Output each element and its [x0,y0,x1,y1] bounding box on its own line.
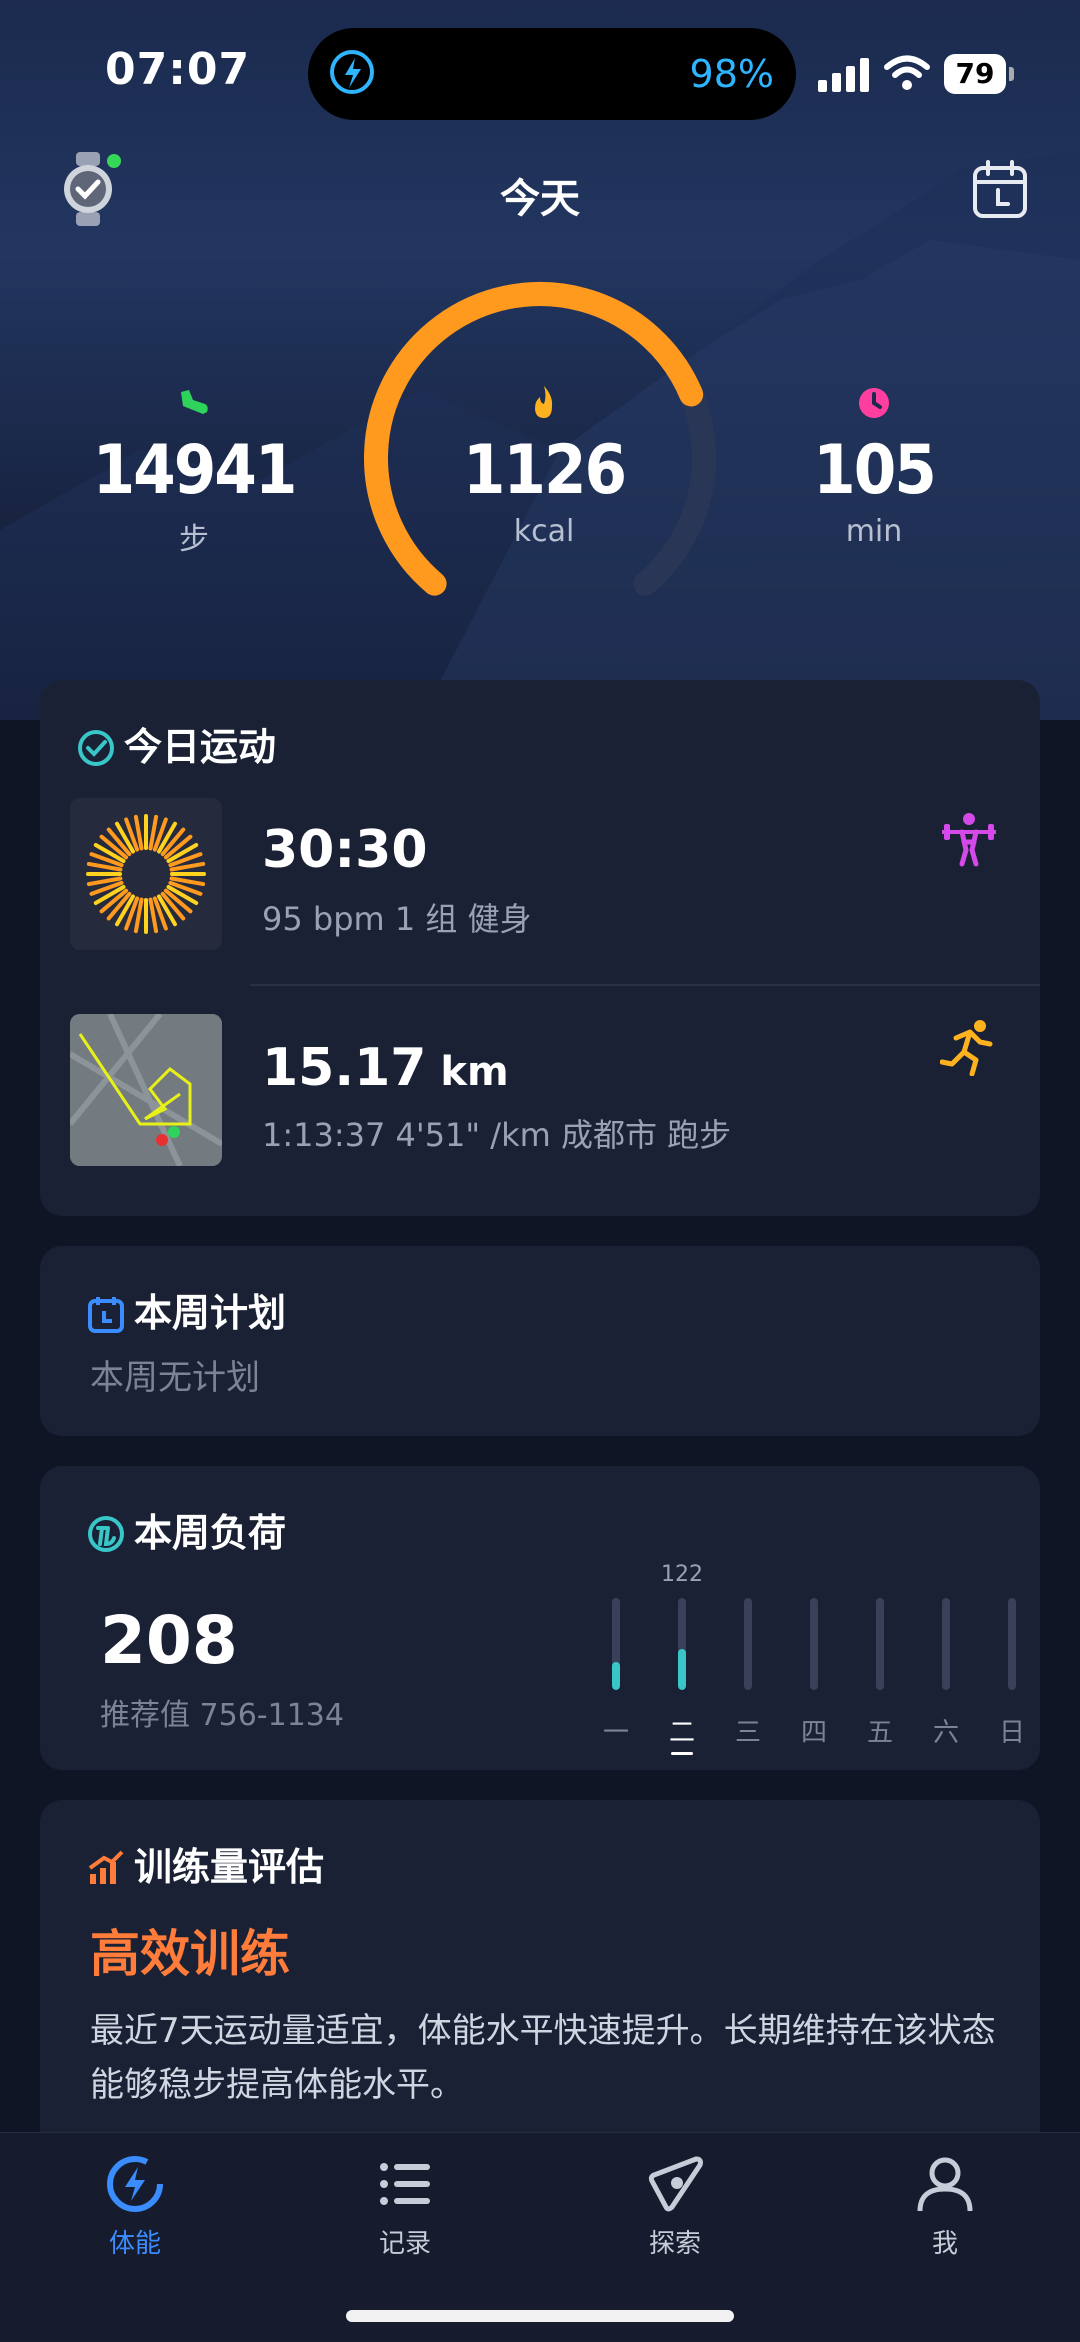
tab-fitness[interactable]: 体能 [55,2153,215,2260]
load-day-label[interactable]: 二 [662,1712,702,1749]
load-day-label[interactable]: 一 [596,1712,636,1749]
today-activity-card: 今日运动 30:30 95 bpm 1 组 健身 15.17 km 1:13:3… [40,680,1040,1216]
battery-icon: 79 [944,54,1014,94]
load-bar-value: 122 [661,1562,703,1587]
tab-me-label: 我 [931,2229,958,2259]
workout-duration-value: 30:30 [262,820,428,880]
selected-day-indicator [671,1752,693,1755]
heart-rate-sunburst-graphic [86,814,206,934]
weekly-load-bar-chart: 一二 122 三四五六日 [570,1562,1030,1755]
tab-explore[interactable]: 探索 [595,2153,755,2260]
run-map-thumbnail [70,1014,222,1166]
load-day-label[interactable]: 四 [794,1712,834,1749]
status-time: 07:07 [105,44,251,95]
load-bar-6[interactable] [942,1598,950,1690]
load-bar-7[interactable] [1008,1598,1016,1690]
activity-divider [250,984,1040,986]
weekly-load-header: 本周负荷 [86,1502,286,1557]
tab-records-label: 记录 [378,2229,431,2259]
steps-stat[interactable]: 14941 步 [74,384,314,558]
weekly-plan-card[interactable]: 本周计划 本周无计划 [40,1246,1040,1436]
workout-duration: 30:30 [262,820,428,880]
calories-unit: kcal [513,514,575,549]
weekly-load-value: 208 [100,1602,238,1679]
tab-me[interactable]: 我 [865,2153,1025,2260]
calendar-icon[interactable] [972,160,1028,220]
running-icon [940,1020,993,1076]
cellular-signal-icon [818,58,869,92]
run-distance-unit: km [426,1049,509,1095]
shoe-icon [181,390,208,414]
activity-item-run[interactable]: 15.17 km 1:13:37 4'51" /km 成都市 跑步 [40,1014,1040,1194]
tab-records[interactable]: 记录 [325,2153,485,2260]
load-bar-1[interactable] [612,1598,620,1690]
calories-stat[interactable]: 1126 kcal [424,384,664,549]
minutes-stat[interactable]: 105 min [754,384,994,549]
weightlifting-icon [942,813,996,867]
weekly-load-recommended: 推荐值 756-1134 [100,1698,344,1733]
training-evaluation-card[interactable]: 训练量评估 高效训练 最近7天运动量适宜，体能水平快速提升。长期维持在该状态能够… [40,1800,1040,2160]
calories-value: 1126 [462,431,627,510]
tab-explore-label: 探索 [648,2229,701,2259]
training-eval-title: 训练量评估 [134,1845,325,1889]
weekly-plan-header: 本周计划 [86,1282,286,1337]
battery-nub [1009,67,1014,81]
check-circle-icon [78,730,114,766]
load-day-label[interactable]: 三 [728,1712,768,1749]
battery-level: 79 [944,54,1006,94]
load-bar-3[interactable] [744,1598,752,1690]
tab-fitness-label: 体能 [108,2229,161,2259]
today-card-title: 今日运动 [124,725,277,769]
load-bar-5[interactable] [876,1598,884,1690]
load-day-label[interactable]: 五 [860,1712,900,1749]
weekly-plan-title: 本周计划 [134,1291,287,1335]
person-icon [917,2157,973,2212]
steps-unit: 步 [179,522,209,557]
fitness-bolt-icon [107,2156,163,2212]
load-bar-fill [678,1648,686,1690]
flame-icon [535,386,553,418]
weekly-load-card[interactable]: 本周负荷 208 推荐值 756-1134 一二 122 三四五六日 [40,1466,1040,1770]
load-day-label[interactable]: 六 [926,1712,966,1749]
compass-icon [648,2156,703,2212]
load-bar-4[interactable] [810,1598,818,1690]
workout-detail: 95 bpm 1 组 健身 [262,900,532,938]
training-eval-description: 最近7天运动量适宜，体能水平快速提升。长期维持在该状态能够稳步提高体能水平。 [90,2011,996,2105]
minutes-unit: min [845,514,903,549]
page-title: 今天 [500,176,580,222]
battery-percent: 98% [689,52,774,96]
activity-item-workout[interactable]: 30:30 95 bpm 1 组 健身 [40,798,1040,978]
trend-up-icon [88,1850,124,1884]
weekly-plan-empty-text: 本周无计划 [90,1358,260,1398]
load-gauge-icon [88,1516,124,1552]
load-bar-fill [612,1662,620,1690]
today-card-header[interactable]: 今日运动 [76,716,276,771]
run-detail: 1:13:37 4'51" /km 成都市 跑步 [262,1116,732,1154]
charging-icon [330,50,374,94]
calendar-plan-icon [88,1297,124,1333]
training-eval-header: 训练量评估 [86,1836,324,1891]
run-route-map [70,1014,222,1166]
clock-icon [859,388,889,418]
dynamic-island: 98% [308,28,796,120]
wifi-icon [884,55,930,90]
steps-value: 14941 [92,431,298,510]
run-distance-value: 15.17 [262,1038,427,1098]
run-distance: 15.17 km [262,1038,509,1098]
training-eval-status: 高效训练 [90,1925,290,1983]
load-bar-2[interactable] [678,1598,686,1690]
list-icon [380,2163,430,2205]
load-day-label[interactable]: 日 [992,1712,1032,1749]
status-bar: 07:07 98% 79 [0,0,1080,140]
minutes-value: 105 [813,431,937,510]
weekly-load-title: 本周负荷 [134,1511,287,1555]
home-indicator [346,2310,734,2322]
workout-thumbnail [70,798,222,950]
